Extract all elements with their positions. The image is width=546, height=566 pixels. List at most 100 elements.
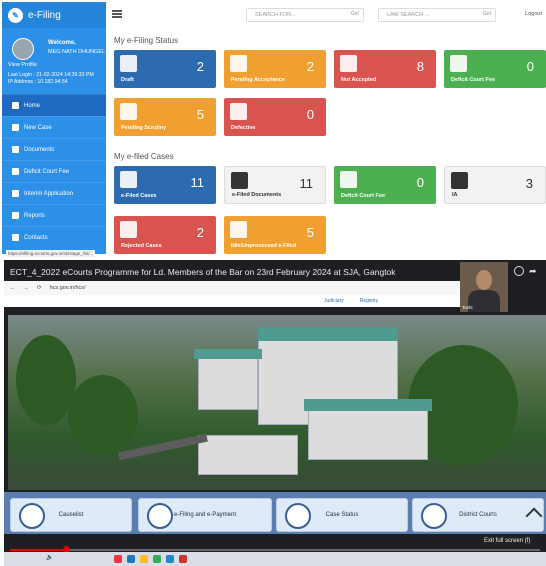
law-search-placeholder: LAW SEARCH ... [387,12,430,18]
tile-value: 0 [416,175,424,190]
tile-pending-scrutiny[interactable]: 5 Pending Scrutiny [114,98,216,136]
watch-later-icon[interactable] [514,266,524,276]
sidebar-item-reports[interactable]: Reports [2,204,106,226]
card-district-courts[interactable]: District Courts [412,498,544,532]
progress-fill [10,549,66,551]
tile-label: IA [452,192,458,198]
back-icon: ← [10,285,16,291]
tile-case-deficit-court-fee[interactable]: 0 Deficit Court Fee [334,166,436,204]
tile-rejected-cases[interactable]: 2 Rejected Cases [114,216,216,254]
search-go-button[interactable]: Go! [351,11,359,17]
player-controls: ❚❚ ▶| 🔈 9:00 / 1:27:0 [10,554,97,561]
ip-address: IP Address : 10.182.94.54 [8,79,68,85]
sidebar-item-label: Documents [24,146,55,153]
tile-defective[interactable]: 0 Defective [224,98,326,136]
pause-icon[interactable]: ❚❚ [10,554,20,561]
tile-efiled-cases[interactable]: 11 e-Filed Cases [114,166,216,204]
card-label: e-Filing and e-Payment [173,512,237,518]
app-icon[interactable] [153,555,161,563]
tree [16,335,76,425]
tile-not-accepted[interactable]: 8 Not Accepted [334,50,436,88]
database-icon [120,171,137,188]
login-info: Last Login : 21-02-2024 14:39:33 PM IP A… [8,72,94,86]
tile-draft[interactable]: 2 Draft [114,50,216,88]
top-bar: SEARCH FOR... Go! LAW SEARCH ... Go! Log… [108,0,546,28]
database-icon [230,221,247,238]
reports-icon [12,212,19,219]
reload-icon: ⟳ [37,285,42,291]
last-login: Last Login : 21-02-2024 14:39:33 PM [8,72,94,78]
tile-value: 3 [525,176,533,191]
home-icon [12,102,19,109]
sidebar-item-label: Interim Application [24,190,74,197]
video-player[interactable]: ECT_4_2022 eCourts Programme for Ld. Mem… [4,260,546,566]
tile-value: 0 [526,59,534,74]
forward-icon: → [23,285,30,291]
sidebar: ✎ e-Filing View Profile Welcome, MEG NAT… [2,2,106,257]
video-title: ECT_4_2022 eCourts Programme for Ld. Mem… [10,267,396,277]
main-content: SEARCH FOR... Go! LAW SEARCH ... Go! Log… [108,0,546,258]
contacts-icon [12,234,19,241]
tile-label: e-Filed Documents [232,192,282,198]
sidebar-item-contacts[interactable]: Contacts [2,226,106,248]
list-icon [120,55,137,72]
app-icon[interactable] [166,555,174,563]
tile-deficit-court-fee[interactable]: 0 Deficit Court Fee [444,50,546,88]
card-icon [450,55,467,72]
app-icon[interactable] [179,555,187,563]
app-icon[interactable] [127,555,135,563]
view-profile-link[interactable]: View Profile [8,62,37,68]
tile-ia[interactable]: 3 IA [444,166,546,204]
card-efiling-payment[interactable]: e-Filing and e-Payment [138,498,272,532]
side-roof [194,349,262,359]
menu-icon[interactable] [112,10,122,18]
progress-bar[interactable] [10,546,540,553]
question-icon [230,55,247,72]
law-search-go-button[interactable]: Go! [483,11,491,17]
next-icon[interactable]: ▶| [30,554,36,561]
nav-judiciary: Judiciary [324,298,344,304]
card-label: Case Status [325,512,359,518]
share-icon[interactable]: ➦ [529,266,540,276]
tile-value: 11 [299,176,314,191]
law-search-input[interactable]: LAW SEARCH ... Go! [378,8,496,22]
tile-pending-acceptance[interactable]: 2 Pending Acceptance [224,50,326,88]
tile-label: Pending Scrutiny [121,125,167,131]
close-icon [120,221,137,238]
tile-value: 5 [196,107,204,122]
tile-label: Rejected Cases [121,243,162,249]
sidebar-item-new-case[interactable]: New Case [2,116,106,138]
tile-label: Not Accepted [341,77,377,83]
card-case-status[interactable]: Case Status [276,498,408,532]
search-input[interactable]: SEARCH FOR... Go! [246,8,364,22]
sidebar-item-documents[interactable]: Documents [2,138,106,160]
welcome-text: Welcome, [48,40,76,46]
cases-section-title: My e-filed Cases [114,152,174,161]
tile-idle-unprocessed[interactable]: 5 Idle/Unprocessed e-Filed [224,216,326,254]
sidebar-item-interim-application[interactable]: Interim Application [2,182,106,204]
embedded-url: hcs.gov.in/hcs/ [49,285,86,291]
profile-panel: View Profile Welcome, MEG NATH DHUNGEL L… [2,28,106,88]
status-section-title: My e-Filing Status [114,36,179,45]
tile-label: Deficit Court Fee [451,77,496,83]
document-icon [12,146,19,153]
document-icon [231,172,248,189]
volume-icon[interactable]: 🔈 [46,554,53,561]
document-icon [451,172,468,189]
sidebar-item-label: Home [24,102,41,109]
sidebar-item-home[interactable]: Home [2,94,106,116]
app-icon[interactable] [114,555,122,563]
edit-icon [12,124,19,131]
tile-label: e-Filed Cases [121,193,157,199]
warning-icon [340,55,357,72]
annex-roof [304,399,432,411]
card-causelist[interactable]: Causelist [10,498,132,532]
app-brand[interactable]: ✎ e-Filing [2,2,106,28]
app-icon[interactable] [140,555,148,563]
logout-button[interactable]: Logout [525,11,542,17]
sidebar-item-deficit-court-fee[interactable]: Deficit Court Fee [2,160,106,182]
avatar [12,38,34,60]
tile-label: Draft [121,77,134,83]
quick-links-bar: Causelist e-Filing and e-Payment Case St… [4,492,546,534]
tile-efiled-documents[interactable]: 11 e-Filed Documents [224,166,326,204]
